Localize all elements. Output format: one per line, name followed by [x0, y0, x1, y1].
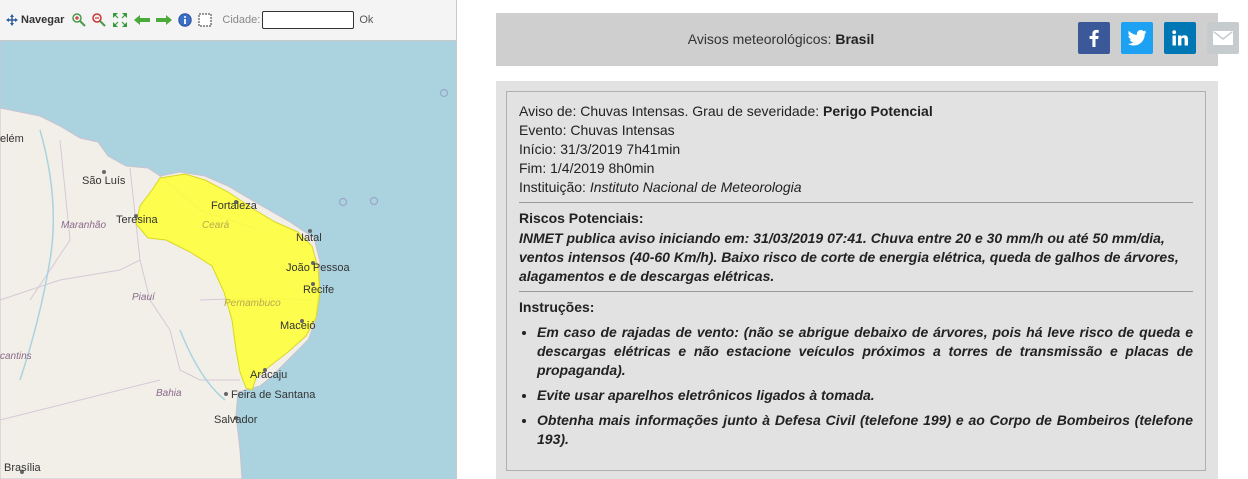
map-canvas[interactable] — [0, 0, 456, 479]
next-view-button[interactable] — [156, 14, 173, 26]
email-icon — [1213, 31, 1233, 45]
map-label-maceio: Maceió — [280, 320, 316, 332]
expand-icon — [113, 13, 128, 27]
city-label: Cidade: — [222, 14, 261, 26]
start-line: Início: 31/3/2019 7h41min — [519, 141, 681, 157]
institution-label: Instituição: — [519, 179, 590, 195]
divider — [519, 291, 1193, 292]
map-label-joao-pessoa: João Pessoa — [286, 262, 350, 274]
ok-button[interactable]: Ok — [359, 14, 373, 26]
map-label-brasilia: Brasília — [4, 462, 41, 474]
zoom-out-button[interactable] — [92, 13, 107, 27]
info-icon — [178, 13, 193, 27]
page-title: Avisos meteorológicos: Brasil — [496, 13, 1066, 66]
twitter-icon — [1127, 30, 1147, 46]
map-label-sao-luis: São Luís — [82, 175, 126, 187]
instructions-list: Em caso de rajadas de vento: (não se abr… — [519, 323, 1193, 449]
map-label-piaui: Piauí — [132, 292, 155, 303]
event-line: Evento: Chuvas Intensas — [519, 122, 675, 138]
risks-text: INMET publica aviso iniciando em: 31/03/… — [519, 230, 1179, 284]
arrow-left-icon — [134, 15, 151, 25]
info-button[interactable] — [178, 13, 193, 27]
alert-details: Aviso de: Chuvas Intensas. Grau de sever… — [506, 91, 1206, 471]
move-icon — [6, 14, 18, 26]
map-label-maranhao: Maranhão — [61, 220, 107, 231]
map-label-aracaju: Aracaju — [250, 369, 288, 381]
arrow-right-icon — [156, 15, 173, 25]
map-label-teresina: Teresina — [116, 214, 158, 226]
map-toolbar: Navegar Cidade: Ok — [0, 0, 456, 41]
share-linkedin-button[interactable] — [1164, 22, 1196, 54]
severity-level: Perigo Potencial — [823, 103, 933, 119]
alert-type-line: Aviso de: Chuvas Intensas. Grau de sever… — [519, 102, 1193, 121]
alert-container: Aviso de: Chuvas Intensas. Grau de sever… — [496, 81, 1218, 479]
map-label-fortaleza: Fortaleza — [211, 200, 257, 212]
zoom-in-button[interactable] — [72, 13, 87, 27]
page-title-prefix: Avisos meteorológicos: — [687, 31, 836, 47]
alert-panel: Avisos meteorológicos: Brasil Aviso de: … — [476, 0, 1248, 479]
map-label-salvador: Salvador — [214, 414, 258, 426]
institution-name: Instituto Nacional de Meteorologia — [589, 179, 802, 195]
linkedin-icon — [1172, 30, 1188, 46]
city-input[interactable] — [262, 11, 355, 29]
map-label-recife: Recife — [303, 284, 335, 296]
map-label-bahia: Bahia — [156, 388, 182, 399]
navigate-button[interactable]: Navegar — [6, 14, 64, 26]
share-email-button[interactable] — [1207, 22, 1239, 54]
instruction-item: Evite usar aparelhos eletrônicos ligados… — [537, 386, 1193, 405]
map-label-ceara: Ceará — [202, 220, 230, 231]
alert-type-text: Aviso de: Chuvas Intensas. Grau de sever… — [519, 103, 824, 119]
institution-line: Instituição: Instituto Nacional de Meteo… — [519, 178, 1193, 197]
share-twitter-button[interactable] — [1121, 22, 1153, 54]
end-line: Fim: 1/4/2019 8h0min — [519, 160, 655, 176]
instructions-title: Instruções: — [519, 299, 595, 315]
share-facebook-button[interactable] — [1078, 22, 1110, 54]
select-area-button[interactable] — [198, 13, 212, 27]
select-box-icon — [198, 13, 212, 27]
zoom-out-icon — [92, 13, 107, 27]
map-label-belem: elém — [0, 133, 24, 145]
map-label-feira-de-santana: Feira de Santana — [231, 389, 316, 401]
instruction-item: Obtenha mais informações junto à Defesa … — [537, 411, 1193, 449]
navigate-label: Navegar — [21, 14, 65, 26]
divider — [519, 202, 1193, 203]
previous-view-button[interactable] — [134, 14, 151, 26]
header-bar: Avisos meteorológicos: Brasil — [496, 13, 1239, 66]
risks-title: Riscos Potenciais: — [519, 210, 644, 226]
full-extent-button[interactable] — [112, 12, 128, 28]
page-title-region: Brasil — [835, 31, 875, 47]
map-panel[interactable]: elém São Luís Maranhão Teresina Ceará Fo… — [0, 0, 457, 479]
facebook-icon — [1089, 29, 1099, 47]
map-label-pernambuco: Pernambuco — [224, 298, 281, 309]
zoom-in-icon — [72, 13, 87, 27]
pane-divider — [457, 0, 476, 479]
instruction-item: Em caso de rajadas de vento: (não se abr… — [537, 323, 1193, 380]
map-label-natal: Natal — [296, 232, 322, 244]
map-label-tocantins: cantins — [0, 351, 32, 362]
